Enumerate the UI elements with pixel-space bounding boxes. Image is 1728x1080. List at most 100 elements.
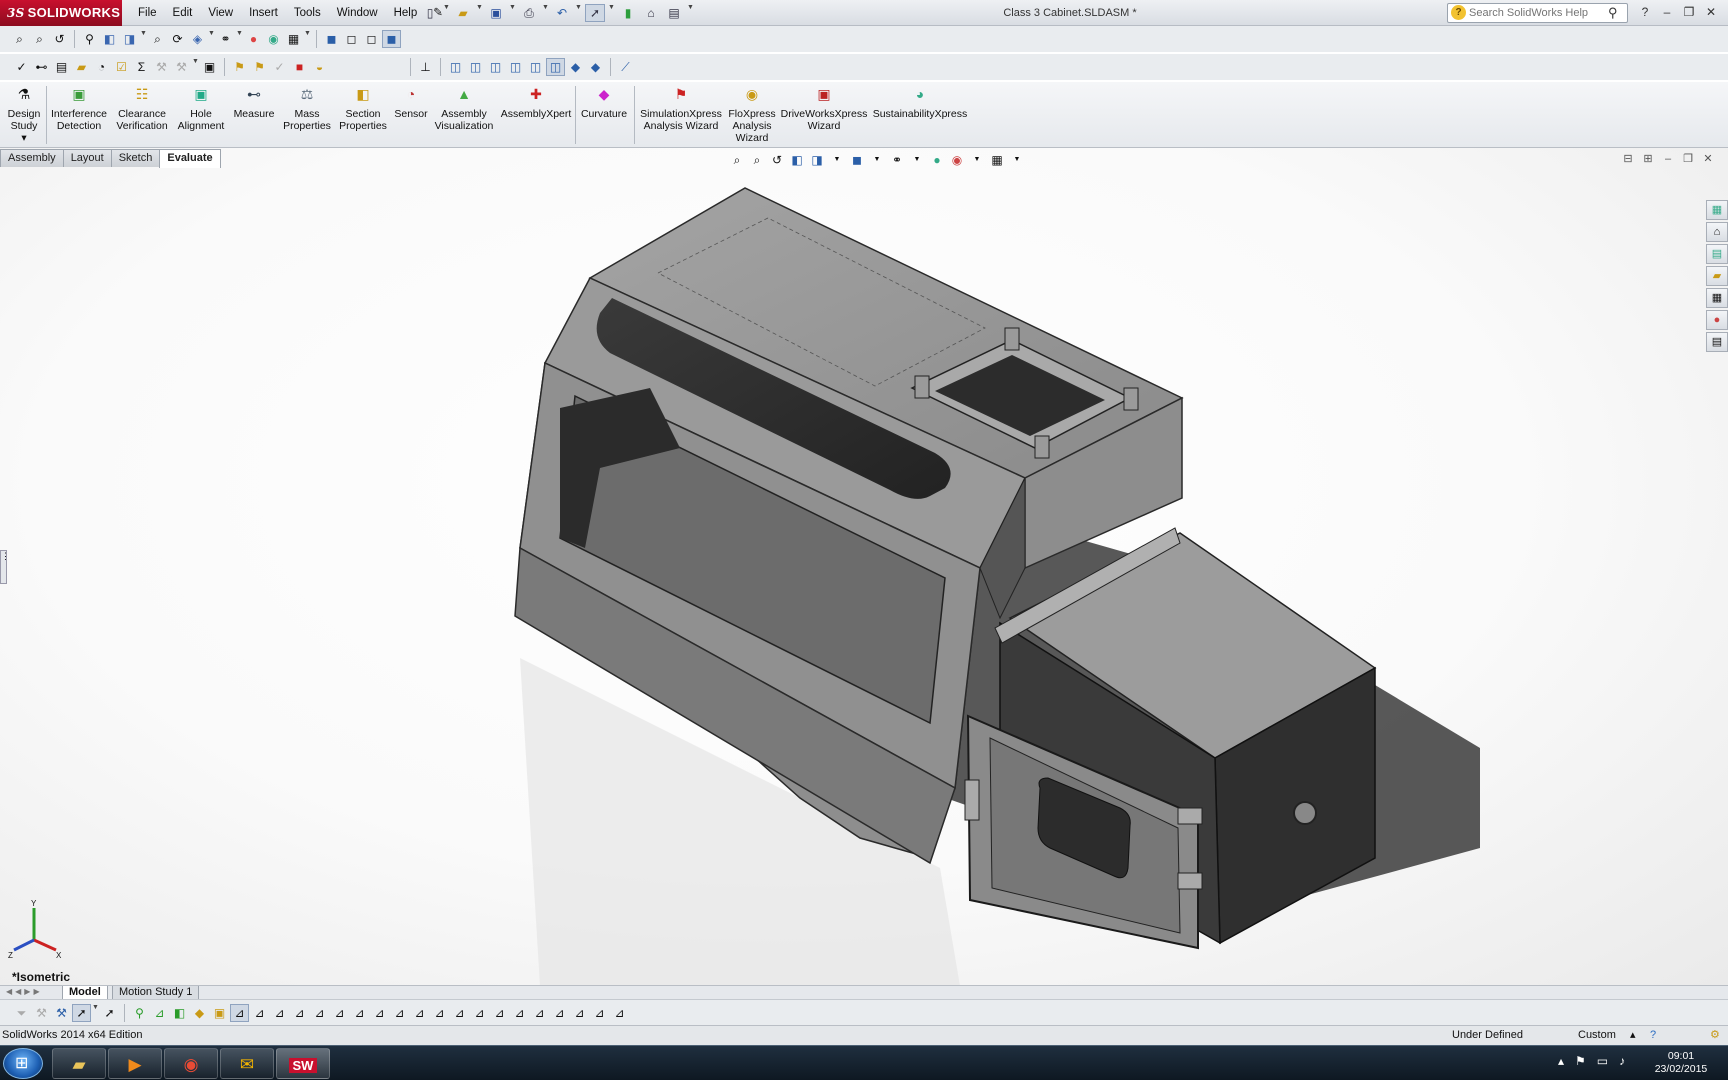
solidworks-logo[interactable]: 3S SOLIDWORKS: [0, 0, 122, 26]
assembly-tool-1-icon[interactable]: ⚑: [230, 58, 249, 76]
appearances-icon[interactable]: ●: [1706, 310, 1728, 330]
sketch-tool-icon[interactable]: ⟋: [616, 58, 635, 76]
search-icon[interactable]: ⚲: [1608, 5, 1618, 21]
sensor-small-icon[interactable]: ◔: [92, 58, 111, 76]
sum-icon[interactable]: Σ: [132, 58, 151, 76]
equations-icon[interactable]: ▤: [52, 58, 71, 76]
start-button[interactable]: [3, 1048, 43, 1079]
design-study-button[interactable]: ⚗ Design Study ▾: [4, 87, 44, 144]
assembly-tool-4-icon[interactable]: ■: [290, 58, 309, 76]
file-explorer-pane-icon[interactable]: ▰: [1706, 266, 1728, 286]
spell-check-icon[interactable]: ✓: [12, 58, 31, 76]
outlook-icon[interactable]: ✉: [220, 1048, 274, 1079]
save-dropdown-icon[interactable]: ▼: [509, 4, 516, 22]
hide-show-icon[interactable]: ⚭: [216, 30, 235, 48]
home-icon[interactable]: ⌂: [1706, 222, 1728, 242]
select-dropdown-icon[interactable]: ▼: [608, 4, 615, 22]
zoom-in-out-icon[interactable]: ⚲: [80, 30, 99, 48]
print-dropdown-icon[interactable]: ▼: [542, 4, 549, 22]
design-library-icon[interactable]: ▤: [1706, 244, 1728, 264]
shaded-with-edges-icon[interactable]: ◼: [322, 30, 341, 48]
filter-solids-icon[interactable]: ▣: [210, 1004, 229, 1022]
standard-view-dimetric-icon[interactable]: ◆: [586, 58, 605, 76]
view-settings-icon[interactable]: ▦: [284, 30, 303, 48]
system-clock[interactable]: 09:01 23/02/2015: [1644, 1050, 1718, 1076]
select-other-icon[interactable]: ➚: [100, 1004, 119, 1022]
filter-blocks-icon[interactable]: ⊿: [470, 1004, 489, 1022]
custom-properties-icon[interactable]: ▤: [1706, 332, 1728, 352]
filter-faces-icon[interactable]: ◧: [170, 1004, 189, 1022]
select-dropdown-icon[interactable]: ▼: [92, 1004, 99, 1022]
menu-view[interactable]: View: [200, 0, 241, 26]
zoom-to-fit-icon[interactable]: ⌕: [10, 30, 29, 48]
filter-center-mark-icon[interactable]: ⊿: [590, 1004, 609, 1022]
open-folder-icon[interactable]: ▰: [453, 4, 473, 22]
rebuild-icon[interactable]: ▮: [618, 4, 638, 22]
filter-notes-icon[interactable]: ⊿: [330, 1004, 349, 1022]
open-dropdown-icon[interactable]: ▼: [476, 4, 483, 22]
solidworks-icon[interactable]: SW: [276, 1048, 330, 1079]
standard-view-top-icon[interactable]: ◫: [526, 58, 545, 76]
filter-midsurface-icon[interactable]: ⊿: [550, 1004, 569, 1022]
filter-connection-point-icon[interactable]: ⊿: [510, 1004, 529, 1022]
help-status-icon[interactable]: ?: [1650, 1026, 1656, 1045]
chrome-icon[interactable]: ◉: [164, 1048, 218, 1079]
filter-weld-icon[interactable]: ⊿: [390, 1004, 409, 1022]
filter-gtol-icon[interactable]: ⊿: [350, 1004, 369, 1022]
tab-sketch[interactable]: Sketch: [110, 149, 161, 167]
volume-icon[interactable]: ♪: [1619, 1054, 1625, 1068]
action-center-icon[interactable]: ⚑: [1575, 1054, 1586, 1068]
restore-icon[interactable]: ❐: [1679, 2, 1699, 22]
help-search-box[interactable]: ? ⚲: [1447, 3, 1628, 23]
menu-window[interactable]: Window: [329, 0, 386, 26]
standard-view-trimetric-icon[interactable]: ◆: [566, 58, 585, 76]
tray-expand-icon[interactable]: ▴: [1558, 1054, 1564, 1068]
filter-clear-icon[interactable]: ⚒: [52, 1004, 71, 1022]
save-icon[interactable]: ▣: [486, 4, 506, 22]
file-properties-icon[interactable]: ⌂: [641, 4, 661, 22]
assemblyxpert-button[interactable]: ✚ AssemblyXpert: [500, 87, 572, 120]
appearance-icon[interactable]: ●: [244, 30, 263, 48]
new-document-icon[interactable]: ▯: [420, 4, 440, 22]
filter-axes-icon[interactable]: ⊿: [230, 1004, 249, 1022]
filter-sketch-points-icon[interactable]: ⊿: [270, 1004, 289, 1022]
previous-view-icon[interactable]: ↺: [50, 30, 69, 48]
scene-icon[interactable]: ◉: [264, 30, 283, 48]
tools-dropdown-icon[interactable]: ▼: [192, 58, 199, 76]
display-style-icon[interactable]: ◈: [188, 30, 207, 48]
tab-motion-study-1[interactable]: Motion Study 1: [112, 986, 200, 1000]
menu-insert[interactable]: Insert: [241, 0, 286, 26]
network-icon[interactable]: ▭: [1597, 1054, 1608, 1068]
tab-scroll-arrows[interactable]: ◀◀▶▶: [6, 987, 43, 996]
view-settings-dropdown-icon[interactable]: ▼: [304, 30, 311, 48]
filter-surfaces-icon[interactable]: ◆: [190, 1004, 209, 1022]
graphics-area[interactable]: ⌕ ⌕ ↺ ◧ ◨ ▼ ◼ ▼ ⚭ ▼ ● ◉ ▼ ▦ ▼ ⊟ ⊞ – ❐ ✕: [0, 148, 1728, 986]
filter-balloon-icon[interactable]: ⊿: [570, 1004, 589, 1022]
undo-dropdown-icon[interactable]: ▼: [575, 4, 582, 22]
filter-surface-finish-icon[interactable]: ⊿: [370, 1004, 389, 1022]
view-orientation-dropdown-icon[interactable]: ▼: [140, 30, 147, 48]
driveworksxpress-button[interactable]: ▣ DriveWorksXpress Wizard: [780, 87, 868, 132]
hidden-lines-removed-icon[interactable]: ◻: [362, 30, 381, 48]
zoom-icon[interactable]: ⌕: [148, 30, 167, 48]
section-properties-button[interactable]: ◧ Section Properties: [336, 87, 390, 132]
help-icon[interactable]: ?: [1635, 2, 1655, 22]
filter-centerline-icon[interactable]: ⊿: [610, 1004, 629, 1022]
mass-props-small-icon[interactable]: ▰: [72, 58, 91, 76]
sustainabilityxpress-button[interactable]: ◕ SustainabilityXpress: [872, 87, 968, 120]
filter-routing-point-icon[interactable]: ⊿: [530, 1004, 549, 1022]
tab-layout[interactable]: Layout: [62, 149, 112, 167]
curvature-button[interactable]: ◆ Curvature: [578, 87, 630, 120]
filter-planes-icon[interactable]: ⊿: [250, 1004, 269, 1022]
assembly-tool-5-icon[interactable]: ◒: [310, 58, 329, 76]
notification-icon[interactable]: ⚙: [1710, 1026, 1720, 1045]
interference-detection-button[interactable]: ▣ Interference Detection: [48, 87, 110, 132]
view-palette-icon[interactable]: ▦: [1706, 288, 1728, 308]
zoom-to-area-icon[interactable]: ⌕: [30, 30, 49, 48]
hide-show-dropdown-icon[interactable]: ▼: [236, 30, 243, 48]
menu-edit[interactable]: Edit: [165, 0, 201, 26]
options-dropdown-icon[interactable]: ▼: [687, 4, 694, 22]
measure-button[interactable]: ⊷ Measure: [230, 87, 278, 120]
units-selector[interactable]: Custom: [1578, 1026, 1616, 1045]
standard-view-front-icon[interactable]: ◫: [446, 58, 465, 76]
